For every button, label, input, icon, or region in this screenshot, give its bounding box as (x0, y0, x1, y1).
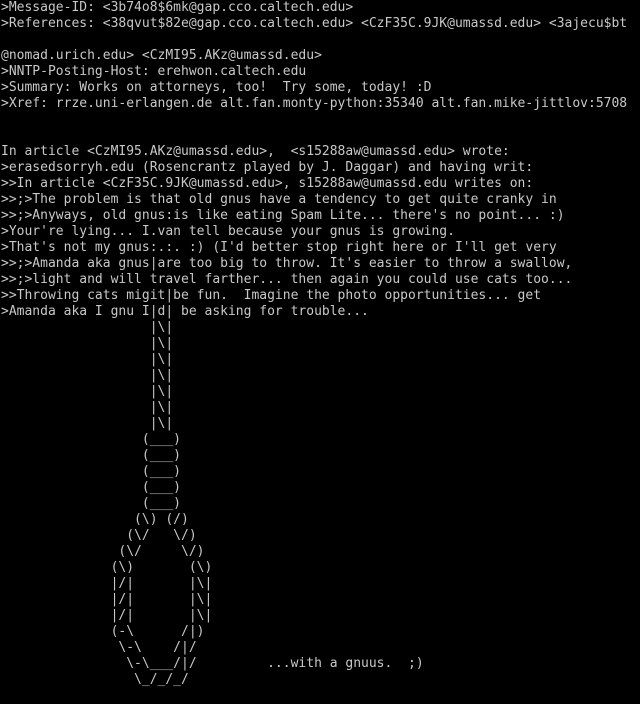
terminal-line: |/| |\| (1, 608, 213, 623)
terminal-line: >References: <38qvut$82e@gap.cco.caltech… (1, 16, 628, 31)
terminal-line: (___) (1, 448, 182, 463)
terminal-line: \_/_/_/ (1, 672, 189, 687)
terminal-line: |\| (1, 416, 174, 431)
terminal-line: |\| (1, 352, 174, 367)
terminal-line: \-\___/|/ ...with a gnuus. ;) (1, 656, 424, 671)
terminal-line: |\| (1, 384, 174, 399)
terminal-line: @nomad.urich.edu> <CzMI95.AKz@umassd.edu… (1, 48, 322, 63)
terminal-text: >Message-ID: <3b74o8$6mk@gap.cco.caltech… (1, 0, 640, 688)
terminal-line: >NNTP-Posting-Host: erehwon.caltech.edu (1, 64, 307, 79)
terminal-line: >>;>light and will travel farther... the… (1, 272, 573, 287)
terminal-line: (-\ /|) (1, 624, 205, 639)
terminal-line: (___) (1, 480, 182, 495)
terminal-line: \-\ /|/ (1, 640, 197, 655)
terminal-line: (___) (1, 464, 182, 479)
terminal-line: |/| |\| (1, 576, 213, 591)
terminal-line: >Message-ID: <3b74o8$6mk@gap.cco.caltech… (1, 0, 354, 15)
terminal-line: >>;>Anyways, old gnus:is like eating Spa… (1, 208, 565, 223)
terminal-line: (___) (1, 496, 182, 511)
terminal-line: (___) (1, 432, 182, 447)
terminal-line: (\/ \/) (1, 528, 197, 543)
terminal-line: (\) (/) (1, 512, 189, 527)
terminal-line: >Xref: rrze.uni-erlangen.de alt.fan.mont… (1, 96, 628, 111)
terminal-line: |/| |\| (1, 592, 213, 607)
terminal-line: >erasedsorryh.edu (Rosencrantz played by… (1, 160, 534, 175)
terminal-line: >>In article <CzF35C.9JK@umassd.edu>, s1… (1, 176, 534, 191)
terminal-line: >That's not my gnus:.:. :) (I'd better s… (1, 240, 557, 255)
terminal-line: >Summary: Works on attorneys, too! Try s… (1, 80, 432, 95)
terminal-line: |\| (1, 368, 174, 383)
terminal-line: >>;>Amanda aka gnus|are too big to throw… (1, 256, 573, 271)
terminal-line: >>;>The problem is that old gnus have a … (1, 192, 557, 207)
terminal-line: >Your're lying... I.van tell because you… (1, 224, 455, 239)
terminal-line: >>Throwing cats migit|be fun. Imagine th… (1, 288, 542, 303)
terminal-line: >Amanda aka I gnu I|d| be asking for tro… (1, 304, 369, 319)
terminal-line: In article <CzMI95.AKz@umassd.edu>, <s15… (1, 144, 510, 159)
terminal-line: (\/ \/) (1, 544, 205, 559)
terminal-line: |\| (1, 320, 174, 335)
terminal-line: (\) (\) (1, 560, 213, 575)
terminal-line: |\| (1, 400, 174, 415)
terminal-line: |\| (1, 336, 174, 351)
terminal-screen: >Message-ID: <3b74o8$6mk@gap.cco.caltech… (0, 0, 640, 704)
